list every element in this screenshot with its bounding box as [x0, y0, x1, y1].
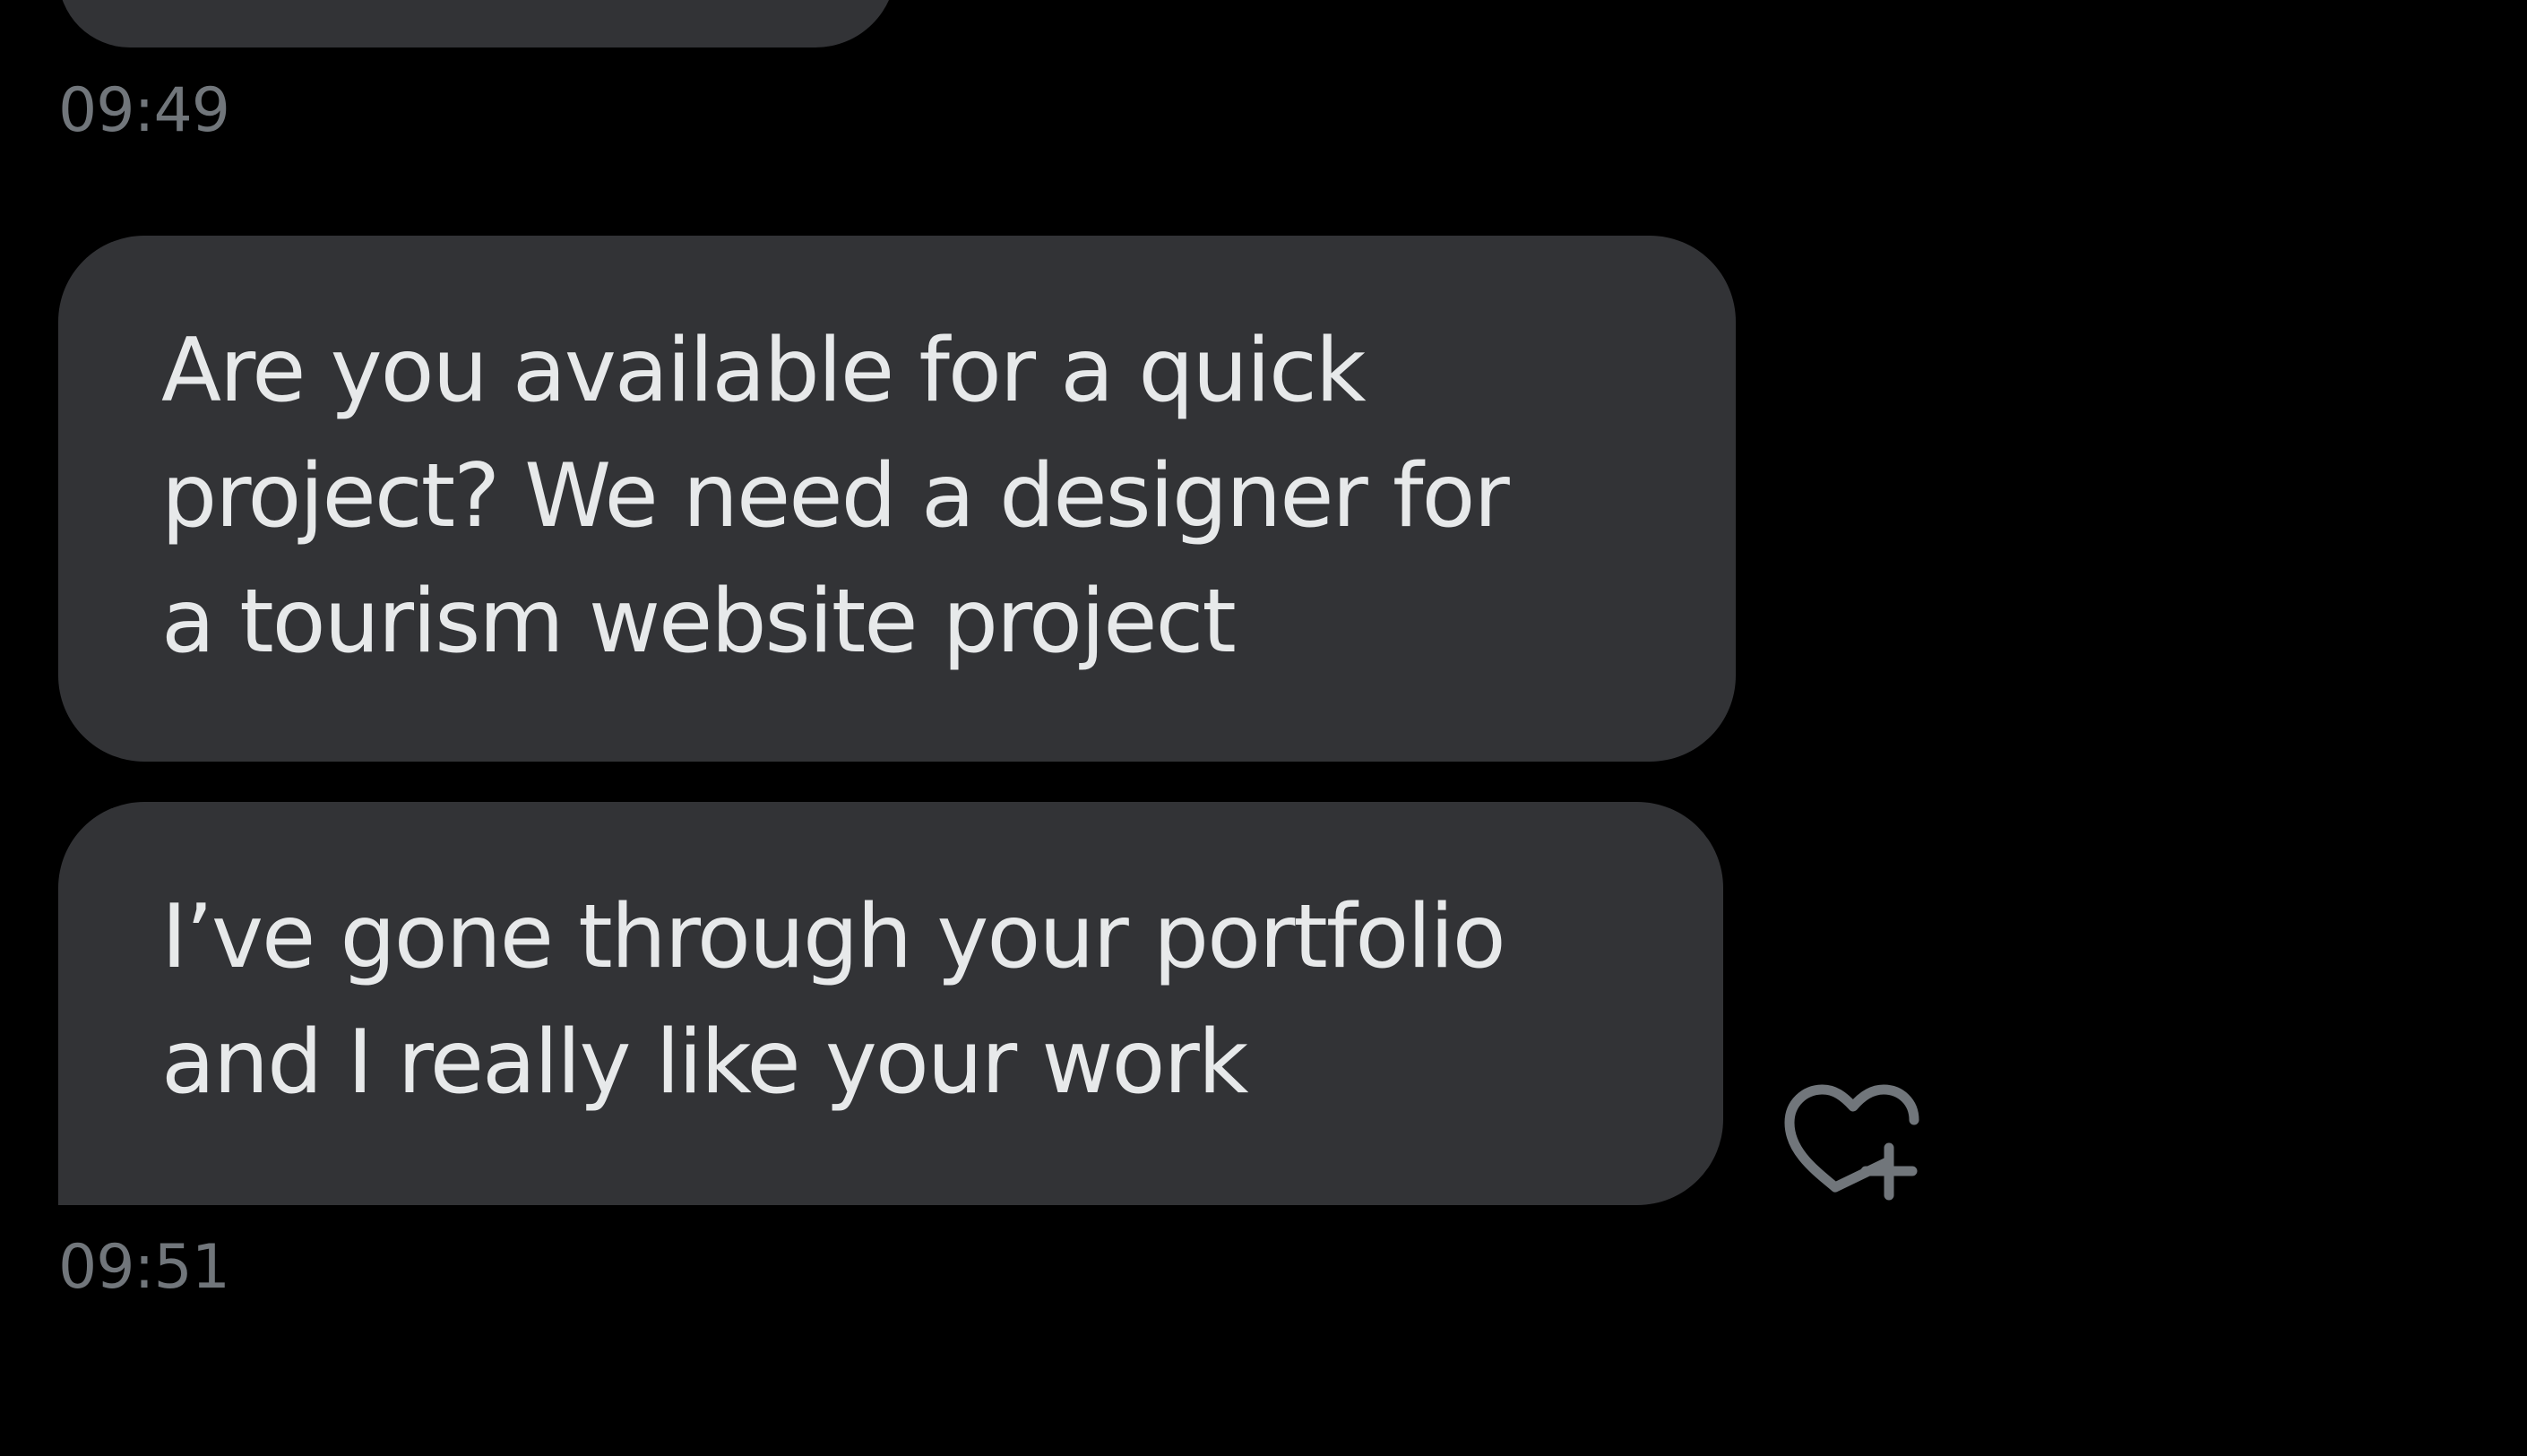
message-text-line: a tourism website project — [161, 571, 1237, 673]
message-bubble[interactable]: Are you available for a quick project? W… — [58, 236, 1736, 762]
message-text-line: project? We need a designer for — [161, 445, 1510, 547]
message-text-line: Are you available for a quick — [161, 320, 1367, 422]
heart-plus-icon[interactable] — [1781, 1068, 1925, 1201]
message-text-line: I’ve gone through your portfolio — [161, 886, 1506, 988]
message-timestamp: 09:51 — [58, 1232, 230, 1303]
previous-message-bubble[interactable] — [58, 0, 896, 47]
message-text-line: and I really like your work — [161, 1012, 1248, 1114]
message-timestamp: 09:49 — [58, 75, 230, 146]
message-bubble[interactable]: I’ve gone through your portfolio and I r… — [58, 802, 1723, 1205]
